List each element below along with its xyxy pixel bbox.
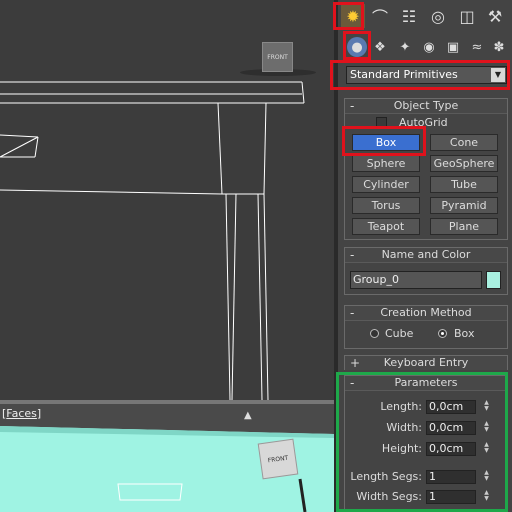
motion-icon[interactable]: ◎ <box>426 4 450 28</box>
helpers-icon[interactable]: ▣ <box>443 37 463 57</box>
pyramid-button[interactable]: Pyramid <box>430 197 498 214</box>
keyboard-entry-header[interactable]: + Keyboard Entry <box>345 356 507 370</box>
systems-icon[interactable]: ✽ <box>489 37 509 57</box>
viewport-front-wireframe[interactable]: FRONT <box>0 0 334 400</box>
command-panel: ✹ ⌒ ☷ ◎ ◫ ⚒ ● ❖ ✦ ◉ ▣ ≈ ✽ Standard Primi… <box>330 0 512 512</box>
camera-icon[interactable]: ▲ <box>244 410 252 421</box>
creation-method-title: Creation Method <box>380 306 472 319</box>
cube-radio[interactable] <box>370 329 379 338</box>
plane-button[interactable]: Plane <box>430 218 498 235</box>
viewcube-perspective-label: FRONT <box>267 454 289 464</box>
viewcube-perspective[interactable]: FRONT <box>257 438 299 480</box>
name-and-color-header[interactable]: - Name and Color <box>345 248 507 263</box>
modify-icon[interactable]: ⌒ <box>368 4 392 28</box>
object-type-title: Object Type <box>393 99 459 112</box>
utilities-icon[interactable]: ⚒ <box>483 4 507 28</box>
geosphere-button[interactable]: GeoSphere <box>430 155 498 172</box>
highlight-parameters <box>336 372 508 512</box>
torus-button[interactable]: Torus <box>352 197 420 214</box>
object-name-field[interactable]: Group_0 <box>350 271 482 289</box>
keyboard-entry-rollout: + Keyboard Entry <box>344 355 508 370</box>
cameras-icon[interactable]: ◉ <box>419 37 439 57</box>
spacewarps-icon[interactable]: ≈ <box>467 37 487 57</box>
lights-icon[interactable]: ✦ <box>395 37 415 57</box>
highlight-create-tab <box>333 2 364 30</box>
viewcube-label: FRONT <box>267 53 288 61</box>
hierarchy-icon[interactable]: ☷ <box>397 4 421 28</box>
keyboard-entry-title: Keyboard Entry <box>383 356 469 369</box>
object-type-header[interactable]: - Object Type <box>345 99 507 114</box>
box-radio-label: Box <box>454 327 475 340</box>
cylinder-button[interactable]: Cylinder <box>352 176 420 193</box>
box-radio[interactable] <box>438 329 447 338</box>
viewcube[interactable]: FRONT <box>262 42 293 72</box>
viewport-perspective-shaded[interactable]: [Faces] ▲ FRONT <box>0 404 334 512</box>
cube-radio-label: Cube <box>385 327 414 340</box>
name-and-color-title: Name and Color <box>381 248 471 261</box>
object-color-swatch[interactable] <box>486 271 501 289</box>
expand-icon: + <box>350 356 361 370</box>
collapse-icon: - <box>350 306 355 320</box>
highlight-category-dropdown <box>330 60 510 90</box>
highlight-geometry-subtab <box>343 31 371 60</box>
sphere-button[interactable]: Sphere <box>352 155 420 172</box>
collapse-icon: - <box>350 248 355 262</box>
creation-method-rollout: - Creation Method <box>344 305 508 349</box>
highlight-box-button <box>342 126 426 156</box>
cone-button[interactable]: Cone <box>430 134 498 151</box>
shapes-icon[interactable]: ❖ <box>370 37 390 57</box>
command-panel-tabs: ✹ ⌒ ☷ ◎ ◫ ⚒ <box>338 0 512 32</box>
display-icon[interactable]: ◫ <box>455 4 479 28</box>
tube-button[interactable]: Tube <box>430 176 498 193</box>
collapse-icon: - <box>350 99 355 113</box>
creation-method-header[interactable]: - Creation Method <box>345 306 507 321</box>
teapot-button[interactable]: Teapot <box>352 218 420 235</box>
